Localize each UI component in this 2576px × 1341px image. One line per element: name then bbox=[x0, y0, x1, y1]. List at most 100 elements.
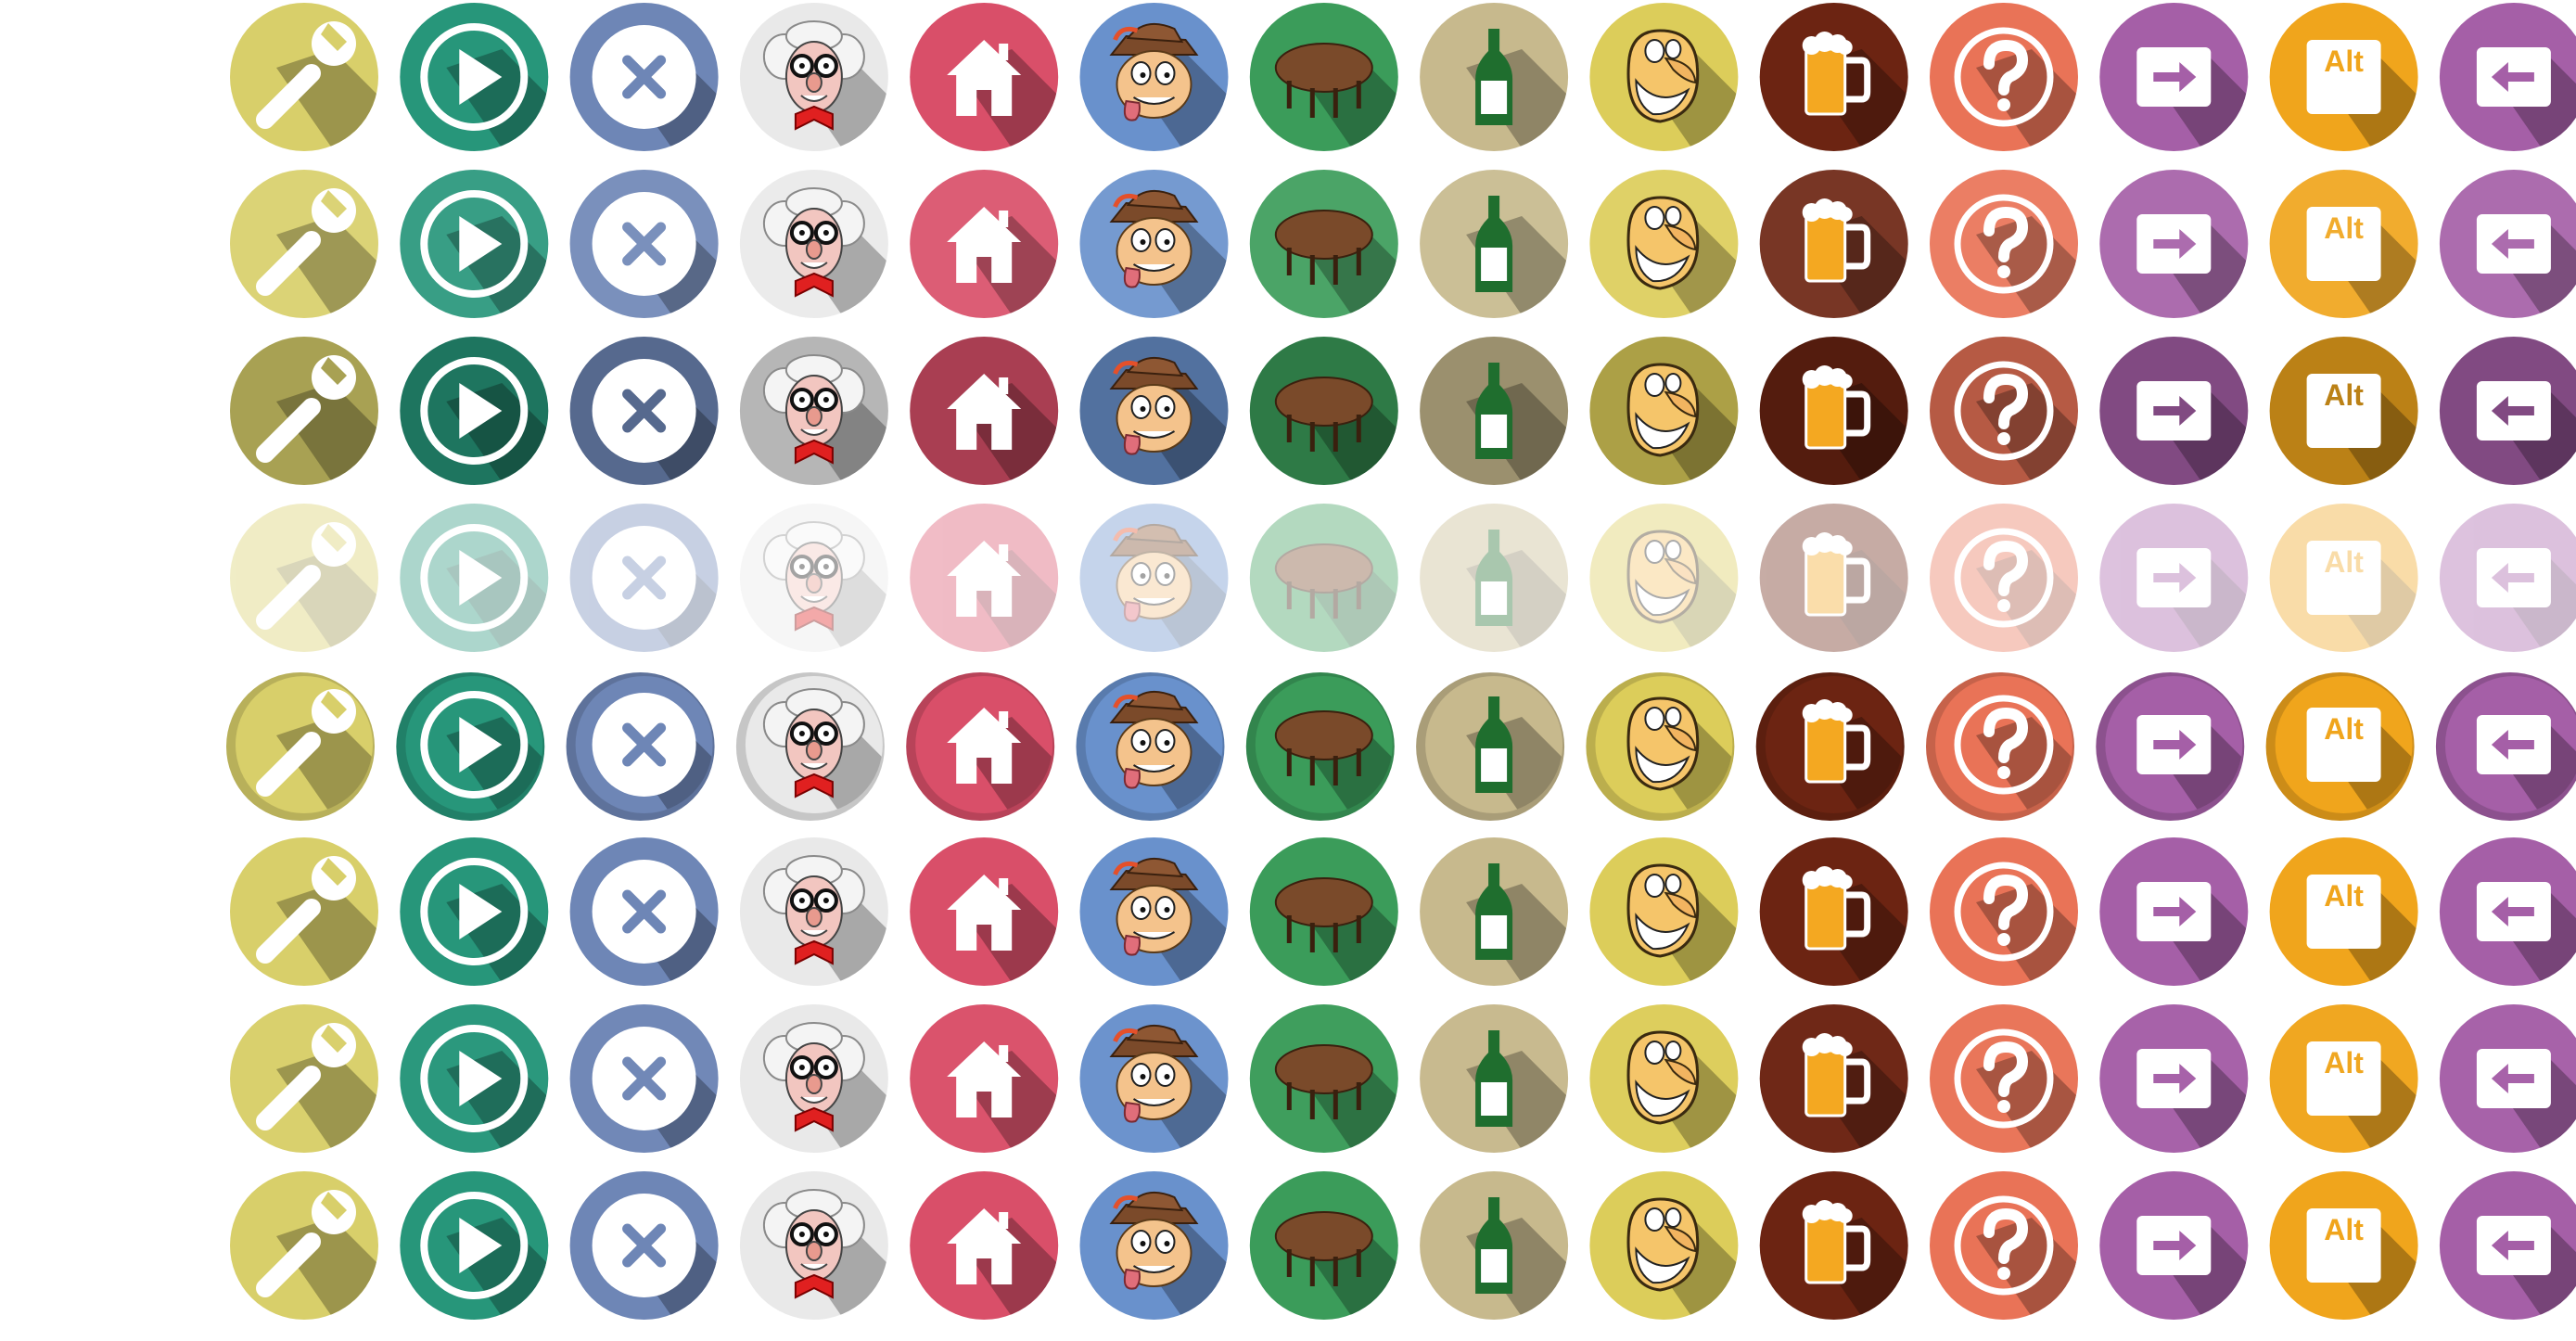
home-icon[interactable] bbox=[910, 3, 1095, 188]
alt-key-icon[interactable]: Alt bbox=[2269, 170, 2455, 355]
close-icon[interactable] bbox=[569, 337, 756, 522]
arrow-left-icon[interactable] bbox=[2439, 837, 2576, 1023]
professor-icon[interactable] bbox=[739, 504, 925, 689]
bottle-icon[interactable] bbox=[1420, 1171, 1605, 1341]
tyrolean-icon[interactable] bbox=[1079, 1004, 1266, 1190]
home-icon[interactable] bbox=[910, 170, 1095, 355]
grin-icon[interactable] bbox=[1589, 3, 1775, 188]
play-icon[interactable] bbox=[400, 337, 585, 522]
beer-icon[interactable] bbox=[1759, 504, 1945, 689]
close-icon[interactable] bbox=[569, 170, 756, 355]
alt-key-icon[interactable]: Alt bbox=[2269, 337, 2455, 522]
question-icon[interactable] bbox=[1930, 504, 2115, 689]
wrench-icon[interactable] bbox=[230, 504, 415, 689]
table-icon[interactable] bbox=[1249, 1171, 1435, 1341]
grin-icon[interactable] bbox=[1586, 672, 1775, 856]
arrow-right-icon[interactable] bbox=[2099, 3, 2285, 188]
tyrolean-icon[interactable] bbox=[1079, 504, 1266, 689]
arrow-left-icon[interactable] bbox=[2439, 170, 2576, 355]
arrow-right-icon[interactable] bbox=[2099, 1004, 2285, 1190]
home-icon[interactable] bbox=[906, 672, 1095, 856]
table-icon[interactable] bbox=[1249, 1004, 1435, 1190]
professor-icon[interactable] bbox=[739, 170, 925, 355]
home-icon[interactable] bbox=[910, 504, 1095, 689]
arrow-right-icon[interactable] bbox=[2099, 337, 2285, 522]
question-icon[interactable] bbox=[1930, 3, 2115, 188]
close-icon[interactable] bbox=[569, 1171, 756, 1341]
close-icon[interactable] bbox=[569, 3, 756, 188]
close-icon[interactable] bbox=[569, 837, 756, 1023]
home-icon[interactable] bbox=[910, 1171, 1095, 1341]
beer-icon[interactable] bbox=[1759, 837, 1945, 1023]
bottle-icon[interactable] bbox=[1420, 337, 1605, 522]
wrench-icon[interactable] bbox=[230, 337, 415, 522]
question-icon[interactable] bbox=[1930, 1171, 2115, 1341]
tyrolean-icon[interactable] bbox=[1079, 3, 1266, 188]
tyrolean-icon[interactable] bbox=[1079, 337, 1266, 522]
bottle-icon[interactable] bbox=[1420, 504, 1605, 689]
grin-icon[interactable] bbox=[1589, 837, 1775, 1023]
bottle-icon[interactable] bbox=[1416, 672, 1605, 856]
arrow-right-icon[interactable] bbox=[2099, 504, 2285, 689]
table-icon[interactable] bbox=[1249, 3, 1435, 188]
wrench-icon[interactable] bbox=[230, 1004, 415, 1190]
arrow-left-icon[interactable] bbox=[2439, 337, 2576, 522]
beer-icon[interactable] bbox=[1759, 1171, 1945, 1341]
close-icon[interactable] bbox=[569, 504, 756, 689]
alt-key-icon[interactable]: Alt bbox=[2269, 3, 2455, 188]
professor-icon[interactable] bbox=[739, 1171, 925, 1341]
grin-icon[interactable] bbox=[1589, 1171, 1775, 1341]
alt-key-icon[interactable]: Alt bbox=[2269, 837, 2455, 1023]
play-icon[interactable] bbox=[400, 1171, 585, 1341]
professor-icon[interactable] bbox=[739, 337, 925, 522]
question-icon[interactable] bbox=[1926, 672, 2115, 856]
grin-icon[interactable] bbox=[1589, 1004, 1775, 1190]
arrow-right-icon[interactable] bbox=[2099, 170, 2285, 355]
home-icon[interactable] bbox=[910, 837, 1095, 1023]
arrow-left-icon[interactable] bbox=[2435, 672, 2576, 856]
table-icon[interactable] bbox=[1249, 837, 1435, 1023]
bottle-icon[interactable] bbox=[1420, 3, 1605, 188]
arrow-right-icon[interactable] bbox=[2099, 837, 2285, 1023]
beer-icon[interactable] bbox=[1759, 3, 1945, 188]
alt-key-icon[interactable]: Alt bbox=[2269, 1004, 2455, 1190]
professor-icon[interactable] bbox=[739, 837, 925, 1023]
wrench-icon[interactable] bbox=[230, 3, 415, 188]
arrow-left-icon[interactable] bbox=[2439, 1171, 2576, 1341]
question-icon[interactable] bbox=[1930, 170, 2115, 355]
arrow-left-icon[interactable] bbox=[2439, 1004, 2576, 1190]
professor-icon[interactable] bbox=[739, 1004, 925, 1190]
close-icon[interactable] bbox=[569, 1004, 756, 1190]
wrench-icon[interactable] bbox=[230, 170, 415, 355]
grin-icon[interactable] bbox=[1589, 504, 1775, 689]
bottle-icon[interactable] bbox=[1420, 837, 1605, 1023]
table-icon[interactable] bbox=[1245, 672, 1435, 856]
alt-key-icon[interactable]: Alt bbox=[2265, 672, 2455, 856]
bottle-icon[interactable] bbox=[1420, 170, 1605, 355]
wrench-icon[interactable] bbox=[230, 837, 415, 1023]
beer-icon[interactable] bbox=[1759, 337, 1945, 522]
alt-key-icon[interactable]: Alt bbox=[2269, 1171, 2455, 1341]
tyrolean-icon[interactable] bbox=[1079, 1171, 1266, 1341]
play-icon[interactable] bbox=[396, 672, 585, 856]
home-icon[interactable] bbox=[910, 337, 1095, 522]
beer-icon[interactable] bbox=[1759, 1004, 1945, 1190]
table-icon[interactable] bbox=[1249, 170, 1435, 355]
table-icon[interactable] bbox=[1249, 337, 1435, 522]
arrow-right-icon[interactable] bbox=[2096, 672, 2285, 856]
play-icon[interactable] bbox=[400, 170, 585, 355]
table-icon[interactable] bbox=[1249, 504, 1435, 689]
play-icon[interactable] bbox=[400, 837, 585, 1023]
play-icon[interactable] bbox=[400, 1004, 585, 1190]
arrow-right-icon[interactable] bbox=[2099, 1171, 2285, 1341]
question-icon[interactable] bbox=[1930, 1004, 2115, 1190]
wrench-icon[interactable] bbox=[226, 672, 415, 856]
grin-icon[interactable] bbox=[1589, 337, 1775, 522]
tyrolean-icon[interactable] bbox=[1076, 672, 1266, 856]
home-icon[interactable] bbox=[910, 1004, 1095, 1190]
play-icon[interactable] bbox=[400, 3, 585, 188]
arrow-left-icon[interactable] bbox=[2439, 3, 2576, 188]
question-icon[interactable] bbox=[1930, 337, 2115, 522]
arrow-left-icon[interactable] bbox=[2439, 504, 2576, 689]
play-icon[interactable] bbox=[400, 504, 585, 689]
